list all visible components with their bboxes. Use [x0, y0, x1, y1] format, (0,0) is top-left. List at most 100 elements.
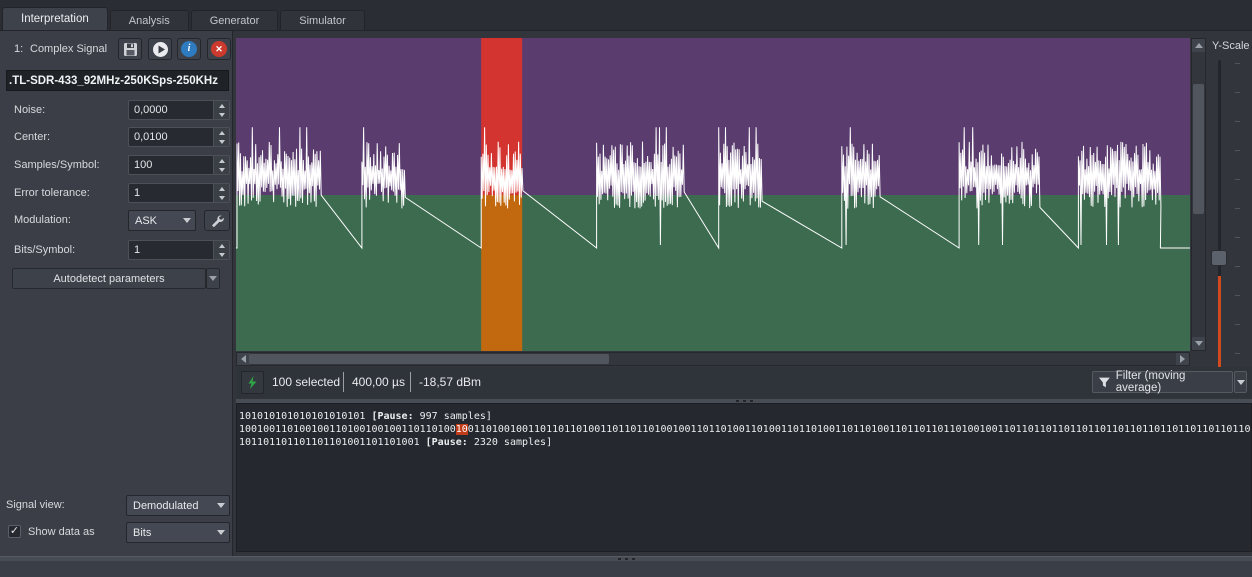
- status-separator: [343, 372, 344, 392]
- chevron-down-icon: [213, 503, 229, 508]
- center-input[interactable]: 0,0100: [128, 127, 230, 147]
- close-signal-button[interactable]: ✕: [207, 38, 231, 60]
- bits-text: 101101101101101101001101101001: [239, 437, 426, 448]
- signal-name-input[interactable]: .TL-SDR-433_92MHz-250KSps-250KHz: [6, 70, 229, 91]
- signal-type-label: Complex Signal: [30, 43, 107, 55]
- tab-generator[interactable]: Generator: [191, 10, 279, 30]
- bits-per-symbol-spin-down[interactable]: [214, 250, 229, 259]
- modulation-value: ASK: [129, 215, 179, 227]
- bits-per-symbol-label: Bits/Symbol:: [14, 244, 75, 256]
- filter-dropdown-button[interactable]: [1234, 371, 1247, 393]
- error-tolerance-label: Error tolerance:: [14, 187, 90, 199]
- yscale-tick: [1235, 295, 1240, 296]
- yscale-label: Y-Scale: [1212, 40, 1250, 52]
- lightning-icon: [241, 371, 264, 394]
- samples-per-symbol-label: Samples/Symbol:: [14, 159, 100, 171]
- pause-label: [Pause:: [426, 437, 468, 448]
- signal-plot: [236, 38, 1190, 351]
- wrench-icon: [210, 214, 224, 228]
- plot-zone-below-center: [236, 195, 1190, 351]
- pause-label: [Pause:: [371, 411, 413, 422]
- show-data-as-value: Bits: [127, 527, 213, 539]
- bits-per-symbol-spin-up[interactable]: [214, 241, 229, 250]
- yscale-tick: [1235, 237, 1240, 238]
- noise-spin-up[interactable]: [214, 101, 229, 110]
- save-signal-button[interactable]: [118, 38, 142, 60]
- chevron-down-icon: [209, 276, 217, 281]
- samples-per-symbol-input[interactable]: 100: [128, 155, 230, 175]
- close-icon: ✕: [211, 41, 227, 57]
- scroll-right-button[interactable]: [1176, 353, 1189, 365]
- horizontal-scrollbar[interactable]: [236, 352, 1190, 366]
- bit-line: 101010101010101010101 [Pause: 997 sample…: [239, 410, 1249, 423]
- show-data-as-select[interactable]: Bits: [126, 522, 230, 543]
- autodetect-dropdown-button[interactable]: [206, 268, 220, 289]
- filter-button[interactable]: Filter (moving average): [1092, 371, 1233, 393]
- play-signal-button[interactable]: [148, 38, 172, 60]
- bits-text: 2320 samples]: [468, 437, 552, 448]
- selected-samples-text: 100 selected: [272, 375, 340, 389]
- urh-window: Interpretation Analysis Generator Simula…: [0, 0, 1252, 577]
- save-icon: [123, 42, 138, 57]
- error-tolerance-spin-up[interactable]: [214, 184, 229, 193]
- bits-text: 100100110100100110100100100110110100: [239, 424, 456, 435]
- bits-text: 997 samples]: [414, 411, 492, 422]
- modulation-select[interactable]: ASK: [128, 210, 196, 231]
- horizontal-scrollbar-thumb[interactable]: [249, 354, 609, 364]
- selected-bits-highlight: 10: [456, 424, 468, 435]
- yscale-tick: [1235, 353, 1240, 354]
- yscale-tick: [1235, 179, 1240, 180]
- noise-spin-down[interactable]: [214, 110, 229, 119]
- show-data-as-checkbox[interactable]: [8, 525, 21, 538]
- chevron-down-icon: [213, 530, 229, 535]
- window-top-strip: [0, 0, 1252, 8]
- signal-view-value: Demodulated: [127, 500, 213, 512]
- noise-label: Noise:: [14, 104, 45, 116]
- tab-analysis[interactable]: Analysis: [110, 10, 189, 30]
- yscale-slider-handle[interactable]: [1211, 250, 1227, 266]
- message-bits-textedit[interactable]: 101010101010101010101 [Pause: 997 sample…: [236, 403, 1252, 552]
- error-tolerance-value: 1: [129, 184, 213, 202]
- samples-per-symbol-value: 100: [129, 156, 213, 174]
- samples-spin-down[interactable]: [214, 165, 229, 174]
- filter-funnel-icon: [1098, 376, 1111, 389]
- signal-view-label: Signal view:: [6, 499, 65, 511]
- signal-info-button[interactable]: i: [177, 38, 201, 60]
- bits-text: 0110100100110110110100110110110100100110…: [468, 424, 1252, 435]
- center-spin-up[interactable]: [214, 128, 229, 137]
- chevron-down-icon: [179, 218, 195, 223]
- yscale-tick: [1235, 324, 1240, 325]
- vertical-scrollbar-thumb[interactable]: [1193, 84, 1204, 214]
- selected-duration-text: 400,00 µs: [352, 375, 405, 389]
- bits-per-symbol-input[interactable]: 1: [128, 240, 230, 260]
- yscale-tick: [1235, 266, 1240, 267]
- center-spin-down[interactable]: [214, 137, 229, 146]
- modulation-settings-button[interactable]: [204, 210, 230, 231]
- noise-input[interactable]: 0,0000: [128, 100, 230, 120]
- play-icon: [152, 41, 169, 58]
- main-tabbar: Interpretation Analysis Generator Simula…: [0, 8, 1252, 31]
- bottom-panel-area: [0, 561, 1252, 577]
- yscale-panel: Y-Scale: [1208, 38, 1252, 378]
- selection-status-bar: 100 selected 400,00 µs -18,57 dBm Filter…: [236, 367, 1252, 398]
- yscale-tick: [1235, 92, 1240, 93]
- scroll-up-button[interactable]: [1192, 39, 1205, 52]
- selection-overlay-bottom: [481, 195, 522, 351]
- error-tolerance-spin-down[interactable]: [214, 193, 229, 202]
- yscale-tick: [1235, 121, 1240, 122]
- selected-power-text: -18,57 dBm: [419, 375, 481, 389]
- vertical-scrollbar[interactable]: [1191, 38, 1206, 351]
- yscale-slider-fill: [1218, 276, 1221, 372]
- scroll-down-button[interactable]: [1192, 337, 1205, 350]
- signal-view-canvas[interactable]: [236, 38, 1190, 351]
- signal-view-select[interactable]: Demodulated: [126, 495, 230, 516]
- autodetect-parameters-button[interactable]: Autodetect parameters: [12, 268, 206, 289]
- yscale-tick: [1235, 63, 1240, 64]
- yscale-tick: [1235, 208, 1240, 209]
- tab-simulator[interactable]: Simulator: [280, 10, 364, 30]
- error-tolerance-input[interactable]: 1: [128, 183, 230, 203]
- tab-interpretation[interactable]: Interpretation: [2, 7, 108, 30]
- center-label: Center:: [14, 131, 50, 143]
- samples-spin-up[interactable]: [214, 156, 229, 165]
- bit-line: 101101101101101101001101101001 [Pause: 2…: [239, 436, 1249, 449]
